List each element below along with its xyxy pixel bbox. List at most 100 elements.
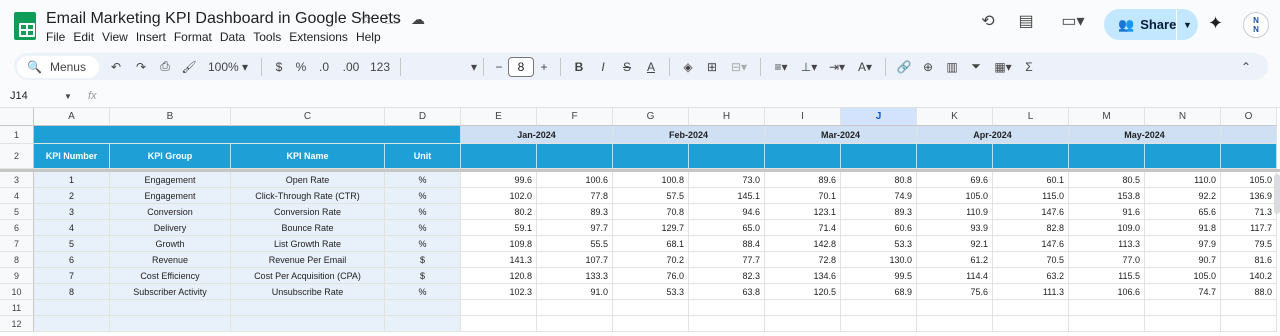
column-title-kpi-number[interactable]: KPI Number (34, 144, 110, 169)
column-title-kpi-group[interactable]: KPI Group (110, 144, 231, 169)
value-cell[interactable]: 59.1 (461, 220, 537, 236)
italic-icon[interactable]: I (591, 53, 615, 80)
value-cell[interactable]: 94.6 (689, 204, 765, 220)
row-header-9[interactable]: 9 (0, 268, 34, 284)
value-cell[interactable]: 106.6 (1069, 284, 1145, 300)
header-band-cell[interactable] (613, 144, 689, 169)
kpi-unit-cell[interactable]: % (385, 204, 461, 220)
currency-format-button[interactable]: $ (268, 53, 290, 80)
empty-cell[interactable] (110, 316, 231, 332)
column-header-m[interactable]: M (1069, 108, 1145, 126)
kpi-name-cell[interactable]: Bounce Rate (231, 220, 385, 236)
column-header-h[interactable]: H (689, 108, 765, 126)
row-header-10[interactable]: 10 (0, 284, 34, 300)
header-band-cell[interactable] (689, 144, 765, 169)
kpi-unit-cell[interactable]: % (385, 188, 461, 204)
value-cell[interactable]: 89.6 (765, 172, 841, 188)
value-cell[interactable]: 120.5 (765, 284, 841, 300)
header-band-cell[interactable] (765, 144, 841, 169)
value-cell[interactable]: 53.3 (613, 284, 689, 300)
text-wrapping-icon[interactable]: ⇥▾ (823, 53, 851, 80)
value-cell[interactable]: 133.3 (537, 268, 613, 284)
kpi-number-cell[interactable]: 4 (34, 220, 110, 236)
value-cell[interactable]: 77.0 (1069, 252, 1145, 268)
value-cell[interactable]: 60.6 (841, 220, 917, 236)
column-header-a[interactable]: A (34, 108, 110, 126)
value-cell[interactable]: 140.2 (1221, 268, 1277, 284)
select-all-corner[interactable] (0, 108, 34, 126)
empty-cell[interactable] (613, 300, 689, 316)
avatar[interactable]: NN (1243, 12, 1269, 38)
value-cell[interactable]: 115.0 (993, 188, 1069, 204)
kpi-unit-cell[interactable]: % (385, 220, 461, 236)
chevron-down-icon[interactable]: ▼ (1177, 20, 1192, 30)
value-cell[interactable]: 70.1 (765, 188, 841, 204)
value-cell[interactable]: 92.2 (1145, 188, 1221, 204)
value-cell[interactable]: 70.2 (613, 252, 689, 268)
kpi-name-cell[interactable]: List Growth Rate (231, 236, 385, 252)
strikethrough-icon[interactable]: S (615, 53, 639, 80)
empty-cell[interactable] (765, 300, 841, 316)
kpi-unit-cell[interactable]: % (385, 236, 461, 252)
kpi-name-cell[interactable]: Cost Per Acquisition (CPA) (231, 268, 385, 284)
document-title[interactable]: Email Marketing KPI Dashboard in Google … (46, 10, 401, 28)
value-cell[interactable]: 142.8 (765, 236, 841, 252)
share-button[interactable]: 👥 Share ▼ (1104, 9, 1198, 40)
empty-cell[interactable] (34, 300, 110, 316)
header-band-cell[interactable] (1221, 144, 1277, 169)
value-cell[interactable]: 63.8 (689, 284, 765, 300)
value-cell[interactable]: 53.3 (841, 236, 917, 252)
row-header-11[interactable]: 11 (0, 300, 34, 316)
header-band-cell[interactable] (1069, 144, 1145, 169)
empty-cell[interactable] (385, 300, 461, 316)
value-cell[interactable]: 65.0 (689, 220, 765, 236)
month-header-cell[interactable] (1221, 126, 1277, 144)
month-header-cell[interactable]: Mar-2024 (765, 126, 917, 144)
value-cell[interactable]: 105.0 (1145, 268, 1221, 284)
value-cell[interactable]: 136.9 (1221, 188, 1277, 204)
empty-cell[interactable] (841, 316, 917, 332)
value-cell[interactable]: 68.1 (613, 236, 689, 252)
column-header-d[interactable]: D (385, 108, 461, 126)
value-cell[interactable]: 63.2 (993, 268, 1069, 284)
row-header-5[interactable]: 5 (0, 204, 34, 220)
value-cell[interactable]: 72.8 (765, 252, 841, 268)
value-cell[interactable]: 81.6 (1221, 252, 1277, 268)
value-cell[interactable]: 147.6 (993, 204, 1069, 220)
empty-cell[interactable] (917, 300, 993, 316)
redo-icon[interactable]: ↷ (129, 53, 153, 80)
value-cell[interactable]: 68.9 (841, 284, 917, 300)
decrease-decimal-button[interactable]: .0 (312, 53, 336, 80)
month-header-cell[interactable]: Apr-2024 (917, 126, 1069, 144)
kpi-name-cell[interactable]: Open Rate (231, 172, 385, 188)
value-cell[interactable]: 91.8 (1145, 220, 1221, 236)
value-cell[interactable]: 79.5 (1221, 236, 1277, 252)
column-title-unit[interactable]: Unit (385, 144, 461, 169)
value-cell[interactable]: 55.5 (537, 236, 613, 252)
value-cell[interactable]: 109.8 (461, 236, 537, 252)
row-header-8[interactable]: 8 (0, 252, 34, 268)
value-cell[interactable]: 65.6 (1145, 204, 1221, 220)
text-color-icon[interactable]: A (639, 53, 663, 80)
month-header-cell[interactable]: May-2024 (1069, 126, 1221, 144)
value-cell[interactable]: 71.4 (765, 220, 841, 236)
menus-search-button[interactable]: 🔍 Menus (17, 55, 99, 78)
row-header-3[interactable]: 3 (0, 172, 34, 188)
header-band-cell[interactable] (461, 144, 537, 169)
column-header-k[interactable]: K (917, 108, 993, 126)
empty-cell[interactable] (537, 300, 613, 316)
value-cell[interactable]: 88.4 (689, 236, 765, 252)
gemini-icon[interactable]: ✦ (1208, 13, 1223, 34)
value-cell[interactable]: 100.8 (613, 172, 689, 188)
kpi-name-cell[interactable]: Conversion Rate (231, 204, 385, 220)
menu-file[interactable]: File (46, 30, 71, 44)
menu-format[interactable]: Format (174, 30, 218, 44)
cloud-status-icon[interactable]: ☁ (410, 11, 426, 27)
value-cell[interactable]: 110.0 (1145, 172, 1221, 188)
header-band-cell[interactable] (34, 126, 461, 144)
bold-icon[interactable]: B (567, 53, 591, 80)
empty-cell[interactable] (231, 316, 385, 332)
name-box[interactable]: J14 (10, 90, 28, 102)
value-cell[interactable]: 77.8 (537, 188, 613, 204)
menu-data[interactable]: Data (220, 30, 251, 44)
